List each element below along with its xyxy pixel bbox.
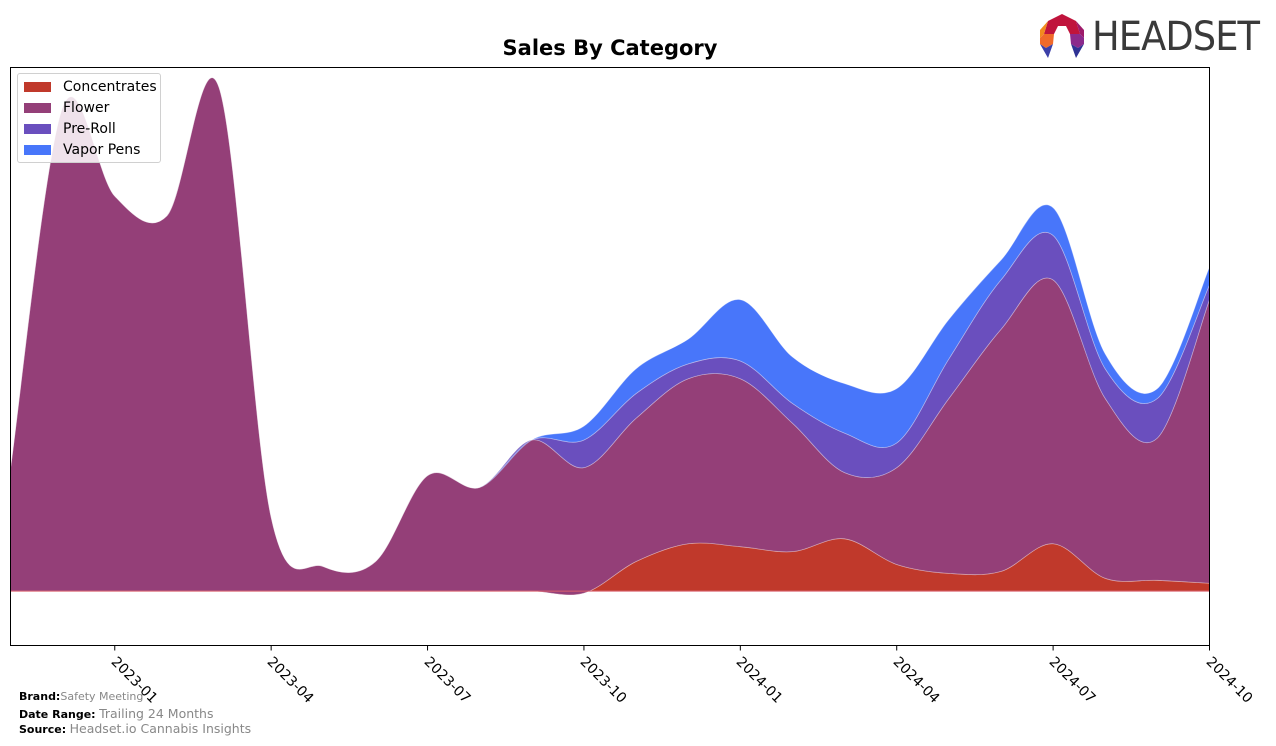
footer-date-range: Date Range: Trailing 24 Months <box>19 706 213 721</box>
legend-item-flower: Flower <box>24 99 109 117</box>
legend-swatch-pre-roll <box>24 124 51 134</box>
source-label: Source: <box>19 723 67 736</box>
legend-swatch-flower <box>24 103 51 113</box>
legend-item-concentrates: Concentrates <box>24 78 157 96</box>
legend-label: Concentrates <box>63 79 157 95</box>
date-range-value: Trailing 24 Months <box>99 706 214 721</box>
legend-item-pre-roll: Pre-Roll <box>24 120 116 138</box>
chart-plot <box>10 67 1210 651</box>
legend-swatch-vapor-pens <box>24 145 51 155</box>
x-ticks <box>114 645 1210 651</box>
footer-source: Source: Headset.io Cannabis Insights <box>19 721 251 736</box>
legend-label: Vapor Pens <box>63 142 141 158</box>
brand-value: Safety Meeting <box>60 690 144 703</box>
legend-label: Flower <box>63 100 110 116</box>
area-layers <box>10 77 1210 596</box>
footer-brand: Brand:Safety Meeting <box>19 690 143 703</box>
area-flower <box>10 77 1210 596</box>
source-value: Headset.io Cannabis Insights <box>69 721 252 736</box>
legend-item-vapor-pens: Vapor Pens <box>24 141 140 159</box>
legend: Concentrates Flower Pre-Roll Vapor Pens <box>17 73 161 163</box>
date-range-label: Date Range: <box>19 708 96 721</box>
legend-swatch-concentrates <box>24 82 51 92</box>
legend-label: Pre-Roll <box>63 121 116 137</box>
brand-label: Brand: <box>19 690 61 703</box>
